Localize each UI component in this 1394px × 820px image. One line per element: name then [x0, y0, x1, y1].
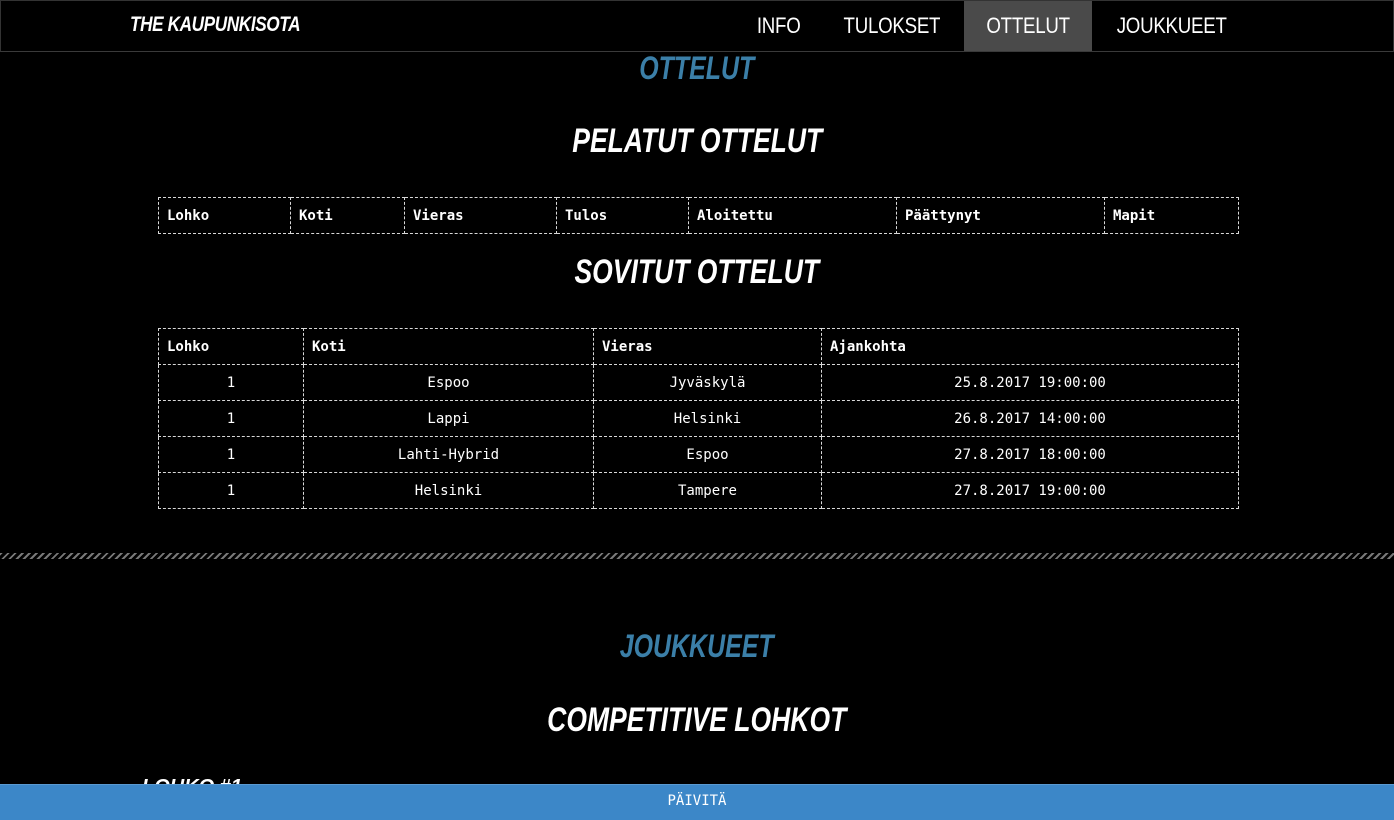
- col-header-aloitettu: Aloitettu: [688, 197, 897, 234]
- col-header-tulos: Tulos: [556, 197, 689, 234]
- section-divider: [0, 553, 1394, 559]
- cell-ajankohta: 26.8.2017 14:00:00: [821, 400, 1239, 437]
- nav-menu: INFO TULOKSET OTTELUT JOUKKUEET: [738, 1, 1251, 51]
- cell-vieras: Helsinki: [593, 400, 822, 437]
- ottelut-section-title: OTTELUT: [639, 50, 755, 86]
- joukkueet-section-title: JOUKKUEET: [620, 628, 774, 664]
- table-row: 1 Espoo Jyväskylä 25.8.2017 19:00:00: [158, 364, 1239, 401]
- cell-lohko: 1: [158, 436, 304, 473]
- cell-lohko: 1: [158, 472, 304, 509]
- cell-ajankohta: 27.8.2017 19:00:00: [821, 472, 1239, 509]
- cell-vieras: Tampere: [593, 472, 822, 509]
- cell-lohko: 1: [158, 400, 304, 437]
- played-matches-table: Lohko Koti Vieras Tulos Aloitettu Päätty…: [158, 197, 1239, 234]
- cell-vieras: Espoo: [593, 436, 822, 473]
- nav-item-info[interactable]: INFO: [738, 1, 819, 51]
- col-header-mapit: Mapit: [1104, 197, 1239, 234]
- col-header-lohko: Lohko: [158, 197, 291, 234]
- table-row: 1 Lappi Helsinki 26.8.2017 14:00:00: [158, 400, 1239, 437]
- nav-item-tulokset[interactable]: TULOKSET: [820, 1, 964, 51]
- nav-item-ottelut[interactable]: OTTELUT: [963, 1, 1092, 51]
- nav-item-joukkueet[interactable]: JOUKKUEET: [1092, 1, 1251, 51]
- cell-koti: Espoo: [303, 364, 594, 401]
- cell-koti: Helsinki: [303, 472, 594, 509]
- table-header-row: Lohko Koti Vieras Tulos Aloitettu Päätty…: [158, 197, 1239, 234]
- col-header-vieras: Vieras: [593, 328, 822, 365]
- table-header-row: Lohko Koti Vieras Ajankohta: [158, 328, 1239, 365]
- col-header-lohko: Lohko: [158, 328, 304, 365]
- scheduled-matches-title: SOVITUT OTTELUT: [574, 253, 820, 291]
- col-header-vieras: Vieras: [404, 197, 557, 234]
- table-row: 1 Lahti-Hybrid Espoo 27.8.2017 18:00:00: [158, 436, 1239, 473]
- cell-ajankohta: 25.8.2017 19:00:00: [821, 364, 1239, 401]
- col-header-paattynyt: Päättynyt: [896, 197, 1105, 234]
- cell-koti: Lappi: [303, 400, 594, 437]
- update-button[interactable]: PÄIVITÄ: [0, 784, 1394, 820]
- col-header-koti: Koti: [290, 197, 405, 234]
- cell-lohko: 1: [158, 364, 304, 401]
- cell-vieras: Jyväskylä: [593, 364, 822, 401]
- brand-logo[interactable]: THE KAUPUNKISOTA: [130, 13, 301, 37]
- played-matches-title: PELATUT OTTELUT: [572, 122, 822, 160]
- scheduled-matches-table: Lohko Koti Vieras Ajankohta 1 Espoo Jyvä…: [158, 328, 1239, 509]
- table-row: 1 Helsinki Tampere 27.8.2017 19:00:00: [158, 472, 1239, 509]
- col-header-koti: Koti: [303, 328, 594, 365]
- col-header-ajankohta: Ajankohta: [821, 328, 1239, 365]
- cell-koti: Lahti-Hybrid: [303, 436, 594, 473]
- competitive-lohkot-title: COMPETITIVE LOHKOT: [547, 701, 847, 739]
- cell-ajankohta: 27.8.2017 18:00:00: [821, 436, 1239, 473]
- top-navbar: THE KAUPUNKISOTA INFO TULOKSET OTTELUT J…: [0, 0, 1394, 52]
